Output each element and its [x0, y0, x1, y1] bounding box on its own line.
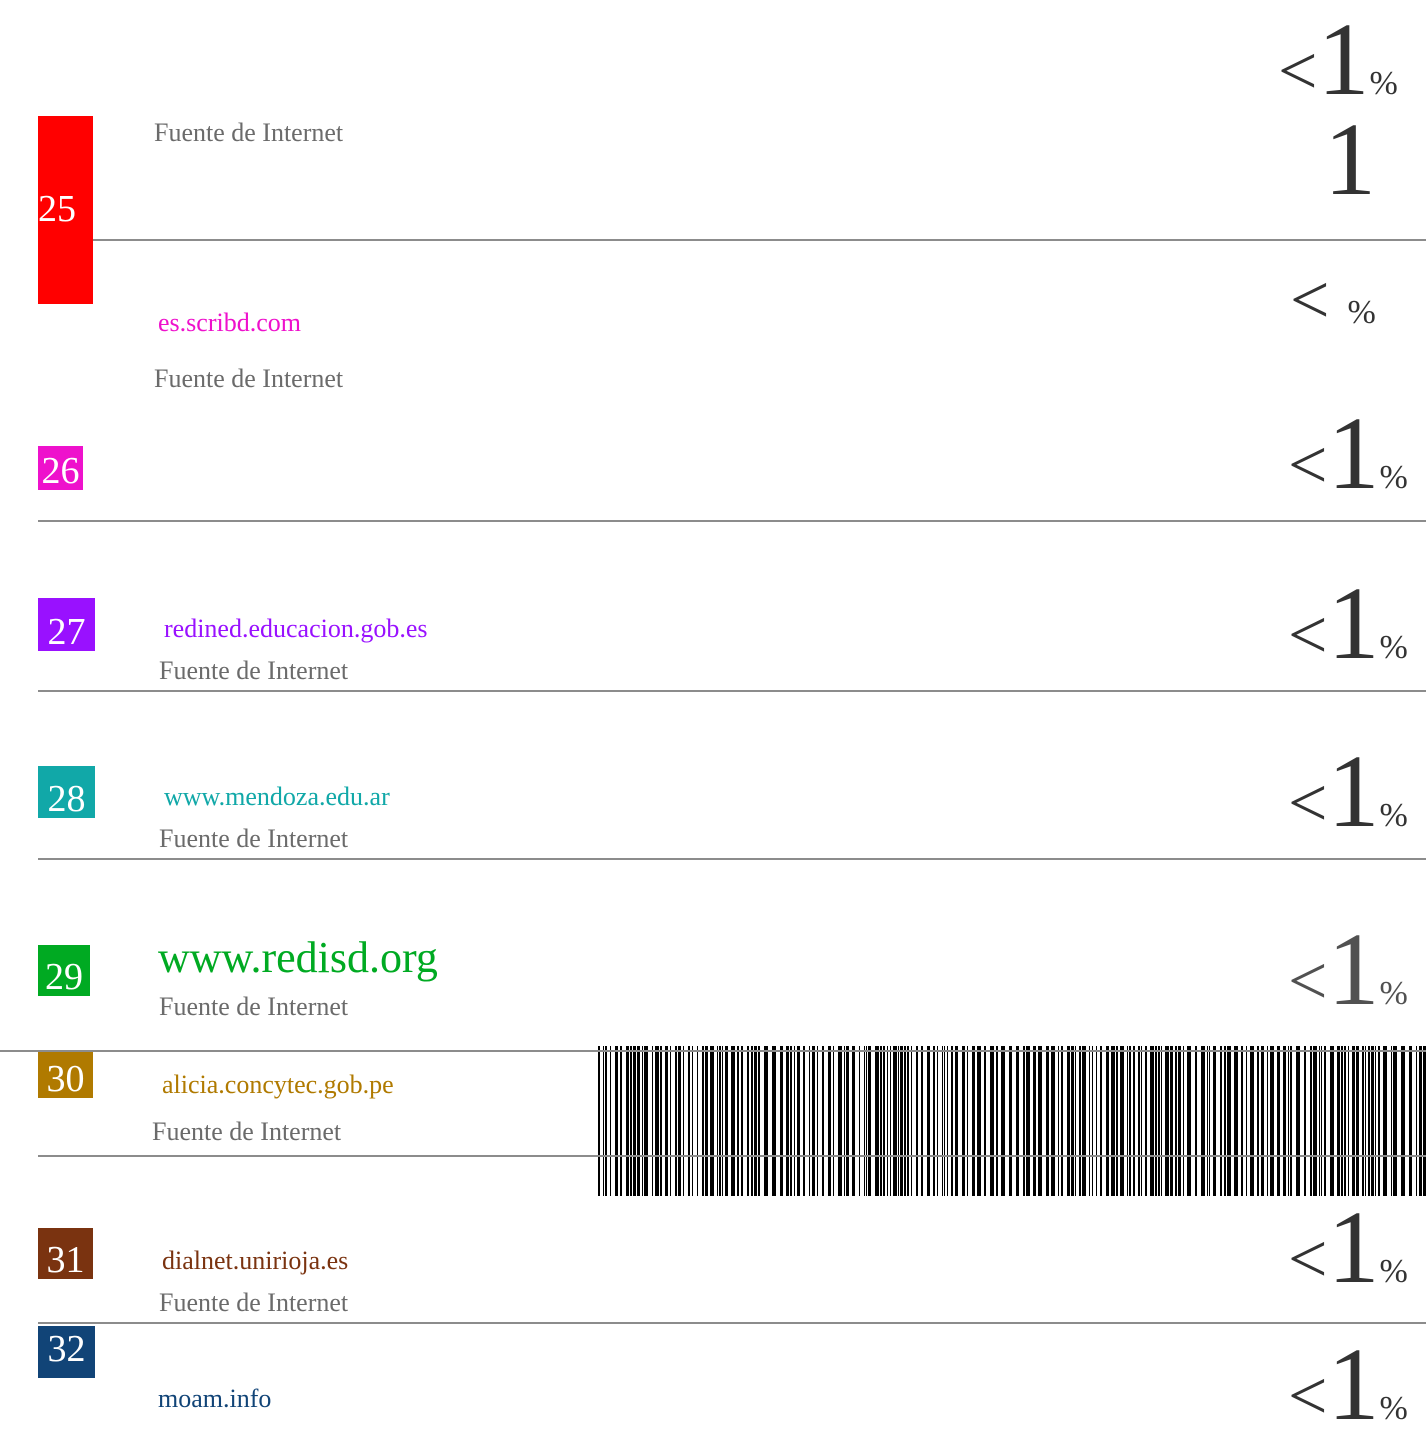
percent-value: <1%	[1288, 396, 1408, 511]
source-type: Fuente de Internet	[159, 992, 349, 1021]
percent-header: <1%	[1278, 2, 1398, 117]
percent-value: <%	[1290, 262, 1376, 339]
entry-number-badge: 28	[38, 766, 95, 818]
divider	[38, 1322, 1426, 1324]
entry-number-badge: 26	[38, 446, 83, 490]
source-type: Fuente de Internet	[159, 1288, 349, 1317]
source-type: Fuente de Internet	[152, 1117, 342, 1146]
entry-number-badge: 30	[38, 1052, 93, 1098]
divider	[93, 239, 1426, 241]
entry-number-badge: 27	[38, 598, 95, 651]
divider	[38, 690, 1426, 692]
divider	[38, 1155, 1426, 1157]
entry-number-badge: 32	[38, 1326, 95, 1378]
source-link[interactable]: redined.educacion.gob.es	[164, 614, 428, 644]
percent-value: <1%	[1288, 1327, 1408, 1442]
source-link[interactable]: www.mendoza.edu.ar	[164, 782, 390, 812]
divider	[38, 858, 1426, 860]
divider	[0, 1050, 1426, 1052]
percent-value: <1%	[1288, 734, 1408, 849]
source-link[interactable]: dialnet.unirioja.es	[162, 1246, 348, 1276]
source-link[interactable]: alicia.concytec.gob.pe	[162, 1070, 394, 1100]
entry-number-badge: 29	[38, 945, 90, 996]
source-link[interactable]: moam.info	[158, 1384, 271, 1414]
divider	[38, 520, 1426, 522]
entry-number-badge: 31	[38, 1228, 93, 1279]
barcode	[598, 1046, 1426, 1196]
percent-value: <1%	[1288, 566, 1408, 681]
percent-value: 1	[1324, 102, 1376, 217]
percent-value: <1%	[1288, 912, 1408, 1027]
source-type: Fuente de Internet	[159, 824, 349, 853]
source-link[interactable]: www.redisd.org	[158, 932, 438, 983]
source-link[interactable]: es.scribd.com	[158, 308, 301, 338]
source-type: Fuente de Internet	[154, 364, 344, 393]
source-type: Fuente de Internet	[154, 118, 344, 147]
percent-value: <1%	[1288, 1190, 1408, 1305]
entry-number-badge: 25	[38, 116, 93, 304]
source-type: Fuente de Internet	[159, 656, 349, 685]
